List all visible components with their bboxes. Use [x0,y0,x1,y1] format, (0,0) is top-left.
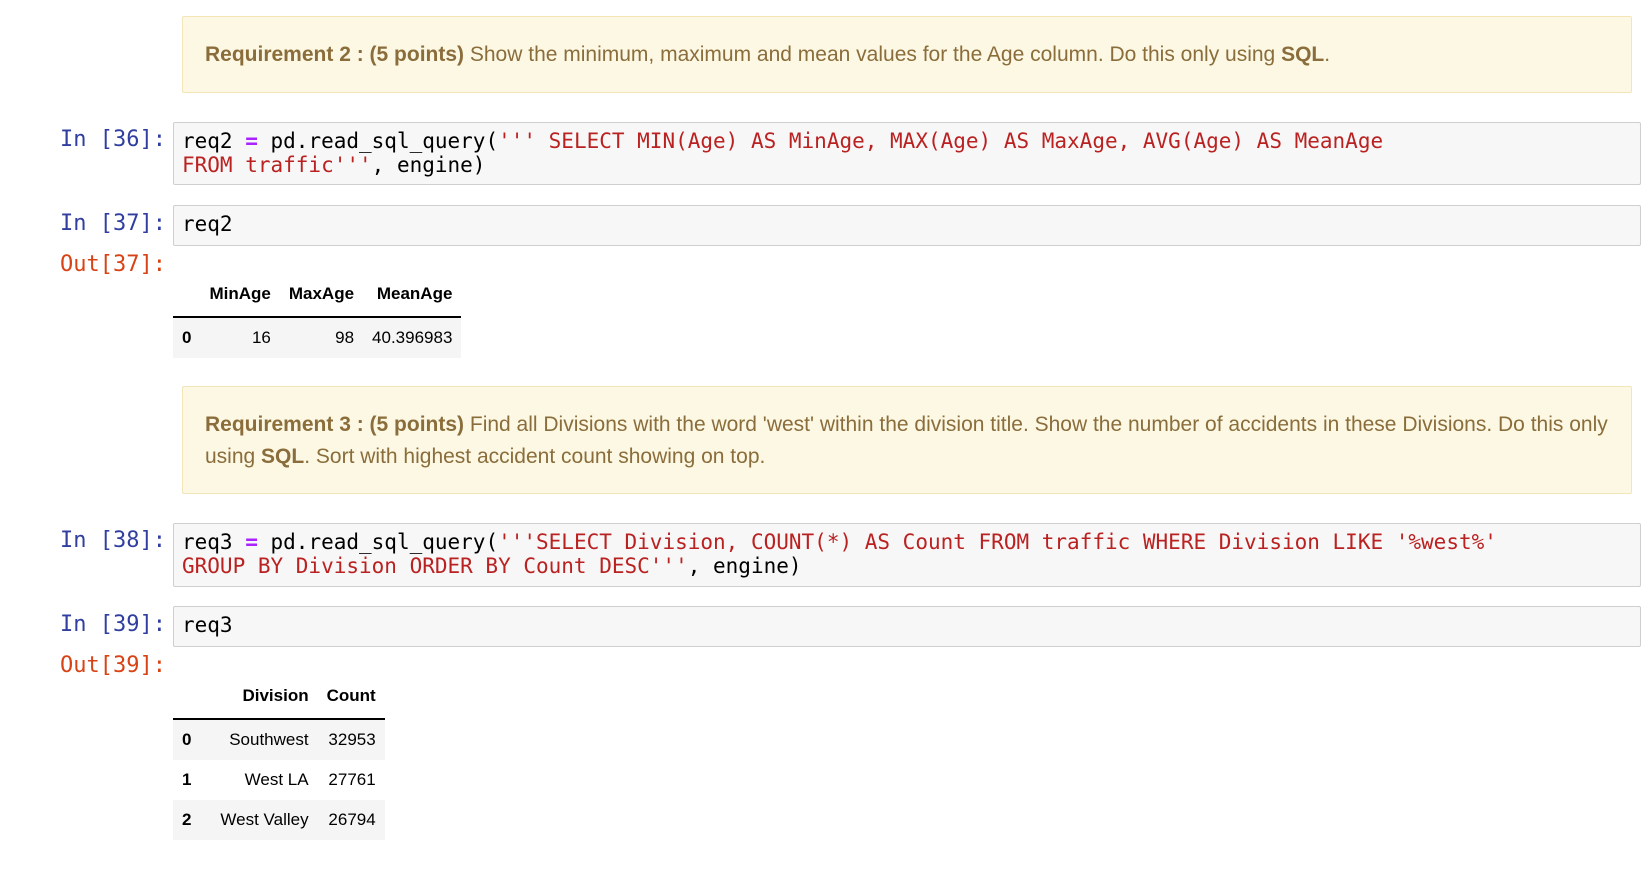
requirement-2-period: . [1324,43,1331,66]
code-var: req2 [182,129,246,153]
column-header-meanage: MeanAge [363,272,462,318]
code-text: req3 [182,613,233,637]
requirement-2-label: Requirement 2 : (5 points) [205,43,465,66]
requirement-3-text-end: . Sort with highest accident count showi… [304,445,766,468]
row-index: 0 [182,730,192,749]
output-prompt-37: Out[37]: [60,252,166,277]
code-call: pd.read_sql_query( [257,530,499,554]
cell-maxage: 98 [335,328,355,347]
requirement-2-text: Show the minimum, maximum and mean value… [464,43,1282,66]
code-string: ''' SELECT MIN(Age) AS MinAge, MAX(Age) … [498,129,1384,153]
cell-count: 32953 [328,730,376,749]
table-header-row: MinAge MaxAge MeanAge [173,272,462,318]
code-var: req3 [182,530,246,554]
code-cell-37[interactable]: req2 [173,205,1641,246]
table-row: 2 West Valley 26794 [173,800,385,840]
code-string-cont: FROM traffic''' [182,153,372,177]
markdown-cell-requirement-3[interactable]: Requirement 3 : (5 points) Find all Divi… [182,386,1632,494]
cell-division: Southwest [229,730,309,749]
row-index: 1 [182,770,192,789]
code-cell-38[interactable]: req3 = pd.read_sql_query('''SELECT Divis… [173,523,1641,587]
column-header-division: Division [200,674,318,720]
table-header-row: Division Count [173,674,385,720]
code-call: pd.read_sql_query( [257,129,499,153]
cell-count: 26794 [328,810,376,829]
column-header-count: Count [317,674,385,720]
input-prompt-39: In [39]: [60,612,166,637]
markdown-cell-requirement-2[interactable]: Requirement 2 : (5 points) Show the mini… [182,16,1632,93]
table-row: 1 West LA 27761 [173,760,385,800]
input-prompt-38: In [38]: [60,528,166,553]
column-header-minage: MinAge [200,272,280,318]
row-index: 0 [182,328,192,347]
dataframe-output-37: MinAge MaxAge MeanAge 0 16 98 40.396983 [173,272,462,358]
code-rest: , engine) [687,554,802,578]
index-header [173,674,201,720]
requirement-3-sql: SQL [261,445,305,468]
code-text: req2 [182,212,233,236]
code-operator: = [245,129,258,153]
cell-division: West Valley [220,810,309,829]
requirement-2-sql: SQL [1281,43,1325,66]
index-header [173,272,201,318]
code-rest: , engine) [371,153,486,177]
row-index: 2 [182,810,192,829]
column-header-maxage: MaxAge [279,272,364,318]
cell-meanage: 40.396983 [372,328,453,347]
table-row: 0 Southwest 32953 [173,719,385,760]
code-cell-39[interactable]: req3 [173,606,1641,647]
output-prompt-39: Out[39]: [60,653,166,678]
code-cell-36[interactable]: req2 = pd.read_sql_query(''' SELECT MIN(… [173,122,1641,185]
cell-minage: 16 [251,328,271,347]
code-string: '''SELECT Division, COUNT(*) AS Count FR… [498,530,1497,554]
cell-count: 27761 [328,770,376,789]
requirement-3-label: Requirement 3 : (5 points) [205,413,465,436]
code-operator: = [245,530,258,554]
code-string-cont: GROUP BY Division ORDER BY Count DESC''' [182,554,688,578]
dataframe-output-39: Division Count 0 Southwest 32953 1 West … [173,674,385,840]
cell-division: West LA [244,770,309,789]
input-prompt-37: In [37]: [60,211,166,236]
input-prompt-36: In [36]: [60,127,166,152]
table-row: 0 16 98 40.396983 [173,317,462,358]
